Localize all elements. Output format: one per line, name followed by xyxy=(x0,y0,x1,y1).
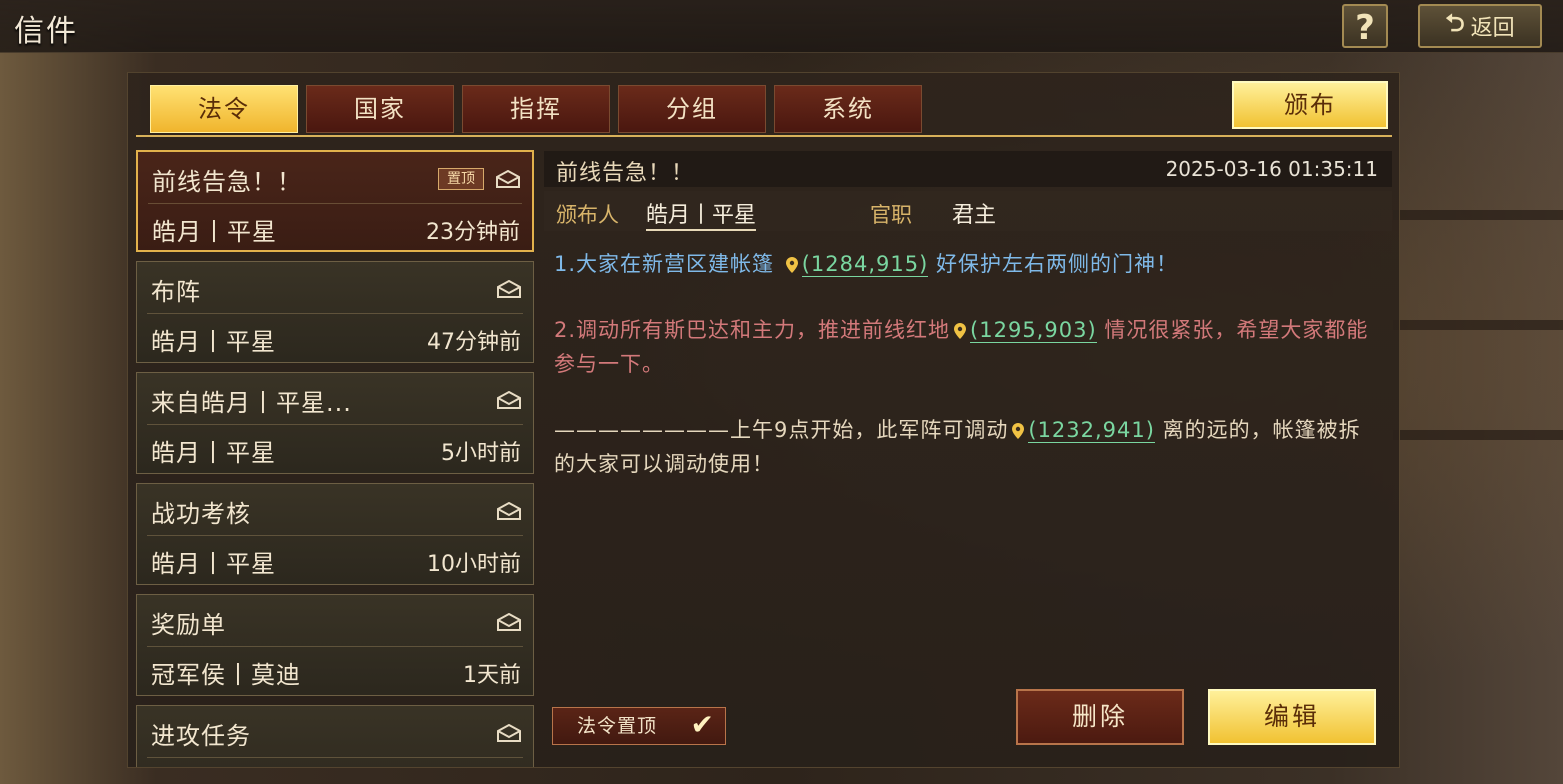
mail-time: 47分钟前 xyxy=(427,330,521,355)
mail-time: 23分钟前 xyxy=(426,220,520,245)
page-title: 信件 xyxy=(14,14,78,49)
mail-sender: 皓月丨平星 xyxy=(151,439,276,467)
back-arrow-icon: ⮌ xyxy=(1445,8,1465,37)
mail-sender: 皓月丨平星 xyxy=(152,218,277,246)
divider xyxy=(147,535,523,536)
meta-row: 颁布人 皓月丨平星 官职 君主 xyxy=(544,191,1392,231)
delete-button[interactable]: 删除 xyxy=(1016,689,1184,745)
edit-button[interactable]: 编辑 xyxy=(1208,689,1376,745)
mail-title: 来自皓月丨平星... xyxy=(151,389,352,417)
mail-detail: 前线告急！！ 2025-03-16 01:35:11 颁布人 皓月丨平星 官职 … xyxy=(544,151,1392,761)
mail-time: 10小时前 xyxy=(427,552,521,577)
help-button[interactable]: ? xyxy=(1342,4,1388,48)
back-button-label: 返回 xyxy=(1470,16,1515,41)
envelope-icon xyxy=(497,502,521,520)
publish-button[interactable]: 颁布 xyxy=(1232,81,1388,129)
text-segment: 好保护左右两侧的门神！ xyxy=(936,252,1179,276)
tab-nation[interactable]: 国家 xyxy=(306,85,454,133)
envelope-icon xyxy=(497,724,521,742)
tabs-divider xyxy=(136,135,1392,137)
mail-panel: 法令 国家 指挥 分组 系统 颁布 前线告急！！ 置顶 皓月丨平星 23分钟前 … xyxy=(127,72,1400,768)
mail-title: 进攻任务 xyxy=(151,722,251,750)
tab-decree[interactable]: 法令 xyxy=(150,85,298,133)
location-pin-icon xyxy=(954,323,967,339)
position-label: 官职 xyxy=(870,203,912,227)
envelope-icon xyxy=(496,170,520,188)
divider xyxy=(148,203,522,204)
checkmark-icon: ✔ xyxy=(690,708,715,741)
pinned-badge: 置顶 xyxy=(438,168,484,190)
pin-toggle-label: 法令置顶 xyxy=(577,715,658,737)
divider xyxy=(147,757,523,758)
mail-title: 布阵 xyxy=(151,278,201,306)
location-pin-icon xyxy=(1012,423,1025,439)
mail-item[interactable]: 来自皓月丨平星... 皓月丨平星 5小时前 xyxy=(136,372,534,474)
coordinate-link[interactable]: (1284,915) xyxy=(801,252,929,277)
text-segment: ————————上午9点开始，此军阵可调动 xyxy=(554,418,1009,442)
coordinate-link[interactable]: (1295,903) xyxy=(970,318,1097,343)
mail-item[interactable]: 布阵 皓月丨平星 47分钟前 xyxy=(136,261,534,363)
detail-header: 前线告急！！ 2025-03-16 01:35:11 xyxy=(544,151,1392,187)
coordinate-link[interactable]: (1232,941) xyxy=(1028,418,1155,443)
envelope-icon xyxy=(497,613,521,631)
detail-date: 2025-03-16 01:35:11 xyxy=(1165,157,1378,181)
detail-subject: 前线告急！！ xyxy=(556,161,695,186)
back-button[interactable]: ⮌ 返回 xyxy=(1418,4,1542,48)
tab-bar: 法令 国家 指挥 分组 系统 xyxy=(150,85,922,133)
divider xyxy=(147,424,523,425)
mail-title: 奖励单 xyxy=(151,611,226,639)
paragraph-2: 2.调动所有斯巴达和主力，推进前线红地 (1295,903) 情况很紧张，希望大家… xyxy=(554,313,1374,381)
mail-item[interactable]: 进攻任务 xyxy=(136,705,534,767)
mail-title: 前线告急！！ xyxy=(152,168,302,196)
mail-item[interactable]: 奖励单 冠军侯丨莫迪 1天前 xyxy=(136,594,534,696)
publisher-link[interactable]: 皓月丨平星 xyxy=(646,197,757,231)
mail-sender: 皓月丨平星 xyxy=(151,328,276,356)
envelope-icon xyxy=(497,280,521,298)
paragraph-3: ————————上午9点开始，此军阵可调动 (1232,941) 离的远的，帐篷被… xyxy=(554,413,1374,481)
tab-system[interactable]: 系统 xyxy=(774,85,922,133)
mail-content: 1.大家在新营区建帐篷 (1284,915) 好保护左右两侧的门神！ 2.调动所… xyxy=(554,247,1374,513)
position-value: 君主 xyxy=(952,203,997,228)
text-segment: 1.大家在新营区建帐篷 xyxy=(554,252,775,276)
text-segment: 2.调动所有斯巴达和主力，推进前线红地 xyxy=(554,318,951,342)
mail-list[interactable]: 前线告急！！ 置顶 皓月丨平星 23分钟前 布阵 皓月丨平星 47分钟前 来自皓… xyxy=(136,150,534,767)
tab-group[interactable]: 分组 xyxy=(618,85,766,133)
mail-item-selected[interactable]: 前线告急！！ 置顶 皓月丨平星 23分钟前 xyxy=(136,150,534,252)
divider xyxy=(147,646,523,647)
mail-time: 1天前 xyxy=(463,663,521,688)
mail-sender: 皓月丨平星 xyxy=(151,550,276,578)
paragraph-1: 1.大家在新营区建帐篷 (1284,915) 好保护左右两侧的门神！ xyxy=(554,247,1374,281)
tab-command[interactable]: 指挥 xyxy=(462,85,610,133)
publisher-label: 颁布人 xyxy=(556,203,619,227)
mail-title: 战功考核 xyxy=(151,500,251,528)
mail-item[interactable]: 战功考核 皓月丨平星 10小时前 xyxy=(136,483,534,585)
mail-sender: 冠军侯丨莫迪 xyxy=(151,661,301,689)
pin-decree-toggle[interactable]: 法令置顶 ✔ xyxy=(552,707,726,745)
mail-time: 5小时前 xyxy=(441,441,521,466)
location-pin-icon xyxy=(785,257,798,273)
divider xyxy=(147,313,523,314)
envelope-icon xyxy=(497,391,521,409)
top-bar: 信件 ? ⮌ 返回 xyxy=(0,0,1563,53)
